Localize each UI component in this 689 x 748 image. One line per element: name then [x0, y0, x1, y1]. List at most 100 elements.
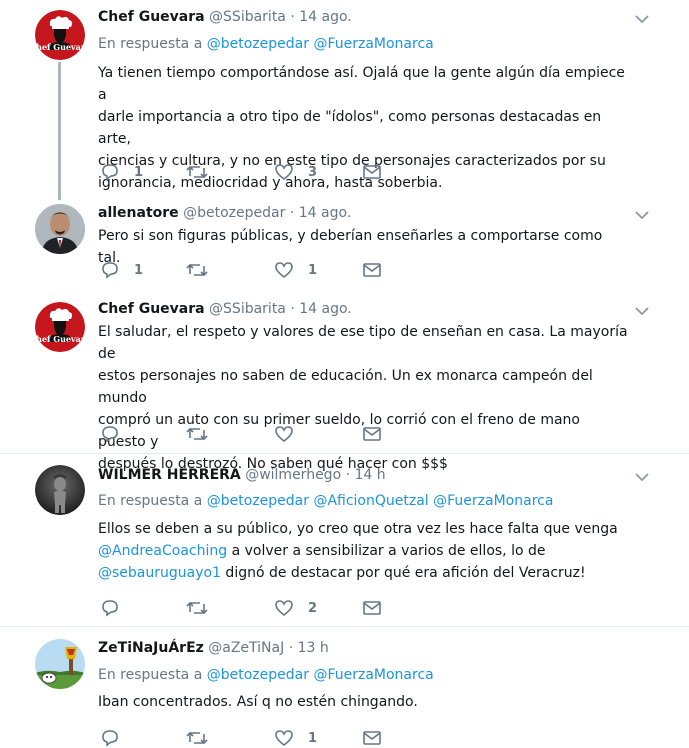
- tweet-actions: 1 3: [100, 162, 400, 182]
- mention-link[interactable]: @betozepedar: [207, 493, 309, 509]
- tweet-text-line: El saludar, el respeto y valores de ese …: [98, 324, 628, 362]
- tweet-text: Iban concentrados. Así q no estén chinga…: [98, 691, 628, 713]
- avatar-wilmer-herrera[interactable]: [35, 465, 85, 515]
- user-handle[interactable]: @aZeTiNaJ: [208, 640, 284, 656]
- message-button[interactable]: [362, 260, 382, 280]
- tweet-text-line: Iban concentrados. Así q no estén chinga…: [98, 694, 418, 710]
- reply-prefix: En respuesta a: [98, 36, 203, 52]
- retweet-button[interactable]: [186, 424, 222, 444]
- timestamp[interactable]: 14 ago.: [299, 301, 352, 317]
- like-count: 3: [308, 164, 318, 180]
- reply-button[interactable]: [100, 598, 134, 618]
- mention-link[interactable]: @FuerzaMonarca: [313, 36, 433, 52]
- timestamp[interactable]: 13 h: [298, 640, 329, 656]
- mention-link[interactable]: @AficionQuetzal: [313, 493, 428, 509]
- tweet-text: El saludar, el respeto y valores de ese …: [98, 321, 628, 475]
- mention-link[interactable]: @FuerzaMonarca: [313, 667, 433, 683]
- retweet-icon: [186, 427, 208, 441]
- like-count: 1: [308, 262, 318, 278]
- reply-icon: [102, 262, 118, 279]
- reply-button[interactable]: 1: [100, 260, 143, 280]
- chevron-down-icon[interactable]: [634, 13, 650, 25]
- retweet-button[interactable]: [186, 598, 222, 618]
- tweet-actions: 2: [100, 598, 400, 618]
- separator-dot: ·: [290, 301, 295, 317]
- message-button[interactable]: [362, 598, 382, 618]
- retweet-button[interactable]: [186, 728, 222, 748]
- tweet-header: Chef Guevara @SSibarita · 14 ago.: [98, 301, 352, 317]
- like-count: 2: [308, 600, 318, 616]
- timestamp[interactable]: 14 ago.: [299, 9, 352, 25]
- tweet-3[interactable]: Chef Guevara Chef Guevara @SSibarita · 1…: [0, 294, 689, 472]
- tweet-header: ZeTiNaJuÁrEz @aZeTiNaJ · 13 h: [98, 640, 329, 656]
- retweet-icon: [186, 731, 208, 745]
- like-icon: [275, 164, 293, 181]
- like-button[interactable]: 3: [274, 162, 317, 182]
- like-count: 1: [308, 730, 318, 746]
- timestamp[interactable]: 14 ago.: [299, 205, 352, 221]
- message-button[interactable]: [362, 728, 382, 748]
- reply-prefix: En respuesta a: [98, 667, 203, 683]
- tweet-4[interactable]: WILMER HERRERA @wilmerhego · 14 h En res…: [0, 454, 689, 626]
- tweet-1[interactable]: Chef Guevara Chef Guevara @SSibarita · 1…: [0, 0, 689, 200]
- like-button[interactable]: 1: [274, 260, 317, 280]
- message-button[interactable]: [362, 424, 382, 444]
- reply-context: En respuesta a @betozepedar @AficionQuet…: [98, 493, 553, 509]
- separator-dot: ·: [289, 205, 295, 221]
- message-icon: [363, 165, 381, 179]
- display-name[interactable]: ZeTiNaJuÁrEz: [98, 640, 204, 656]
- reply-icon: [102, 426, 118, 443]
- retweet-icon: [186, 263, 208, 277]
- tweet-actions: 1: [100, 728, 400, 748]
- mention-link[interactable]: @betozepedar: [207, 36, 309, 52]
- reply-prefix: En respuesta a: [98, 493, 203, 509]
- display-name[interactable]: WILMER HERRERA: [98, 467, 241, 483]
- reply-icon: [102, 730, 118, 747]
- message-button[interactable]: [362, 162, 382, 182]
- allenatore-photo: [35, 204, 85, 254]
- retweet-button[interactable]: [186, 162, 222, 182]
- reply-button[interactable]: [100, 728, 134, 748]
- chevron-down-icon[interactable]: [634, 471, 650, 483]
- message-icon: [363, 427, 381, 441]
- logo-text: Chef Guevara: [35, 42, 85, 52]
- like-button[interactable]: 1: [274, 728, 317, 748]
- avatar-chef-guevara[interactable]: Chef Guevara: [35, 302, 85, 352]
- like-icon: [275, 600, 293, 617]
- chevron-down-icon[interactable]: [634, 305, 650, 317]
- chevron-down-icon[interactable]: [634, 209, 650, 221]
- tweet-actions: 1 1: [100, 260, 400, 280]
- reply-icon: [102, 600, 118, 617]
- like-button[interactable]: 2: [274, 598, 317, 618]
- tweet-5[interactable]: ZeTiNaJuÁrEz @aZeTiNaJ · 13 h En respues…: [0, 627, 689, 748]
- timestamp[interactable]: 14 h: [355, 467, 386, 483]
- tweet-actions: [100, 424, 400, 444]
- mention-link[interactable]: @FuerzaMonarca: [433, 493, 553, 509]
- tweet-2[interactable]: allenatore @betozepedar · 14 ago. Pero s…: [0, 200, 689, 294]
- user-handle[interactable]: @wilmerhego: [245, 467, 341, 483]
- tweet-header: WILMER HERRERA @wilmerhego · 14 h: [98, 467, 386, 483]
- retweet-icon: [186, 165, 208, 179]
- reply-button[interactable]: 1: [100, 162, 143, 182]
- user-handle[interactable]: @betozepedar: [183, 205, 285, 221]
- display-name[interactable]: Chef Guevara: [98, 9, 205, 25]
- display-name[interactable]: allenatore: [98, 205, 179, 221]
- user-handle[interactable]: @SSibarita: [209, 9, 286, 25]
- avatar-allenatore[interactable]: [35, 204, 85, 254]
- tweet-text: Ellos se deben a su público, yo creo que…: [98, 518, 628, 584]
- mention-link[interactable]: @AndreaCoaching: [98, 543, 227, 559]
- chef-guevara-logo: Chef Guevara: [35, 302, 85, 352]
- avatar-chef-guevara[interactable]: Chef Guevara: [35, 10, 85, 60]
- user-handle[interactable]: @SSibarita: [209, 301, 286, 317]
- avatar-zetinajuarez[interactable]: [35, 639, 85, 689]
- mention-link[interactable]: @betozepedar: [207, 667, 309, 683]
- tweet-text-line: @AndreaCoaching a volver a sensibilizar …: [98, 540, 628, 562]
- message-icon: [363, 263, 381, 277]
- like-button[interactable]: [274, 424, 308, 444]
- tweet-text-line: darle importancia a otro tipo de "ídolos…: [98, 109, 602, 147]
- retweet-button[interactable]: [186, 260, 222, 280]
- mention-link[interactable]: @sebauruguayo1: [98, 565, 221, 581]
- reply-button[interactable]: [100, 424, 134, 444]
- display-name[interactable]: Chef Guevara: [98, 301, 205, 317]
- separator-dot: ·: [288, 640, 294, 656]
